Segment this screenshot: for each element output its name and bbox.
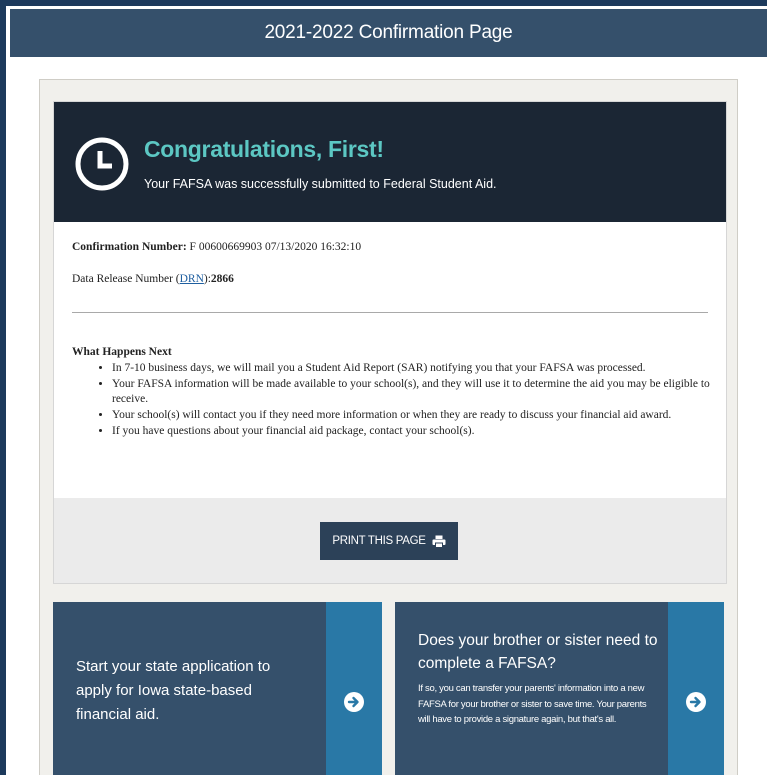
- print-bar: PRINT THIS PAGE: [54, 498, 726, 583]
- print-button-label: PRINT THIS PAGE: [332, 535, 426, 547]
- state-application-tile[interactable]: Start your state application to apply fo…: [53, 602, 382, 775]
- arrow-right-circle-icon: [686, 692, 706, 712]
- success-banner: Congratulations, First! Your FAFSA was s…: [54, 102, 726, 222]
- clock-icon: [75, 137, 129, 191]
- sibling-fafsa-arrow[interactable]: [668, 602, 724, 775]
- confirmation-card: Congratulations, First! Your FAFSA was s…: [53, 101, 727, 584]
- list-item: If you have questions about your financi…: [112, 424, 712, 440]
- state-application-arrow[interactable]: [326, 602, 382, 775]
- list-item: In 7-10 business days, we will mail you …: [112, 361, 712, 377]
- drn-label-suffix: ):: [203, 273, 211, 285]
- list-item: Your school(s) will contact you if they …: [112, 408, 712, 424]
- drn-value: 2866: [210, 273, 234, 285]
- what-happens-next-list: In 7-10 business days, we will mail you …: [72, 361, 712, 440]
- page-frame: 2021-2022 Confirmation Page Congratulati…: [6, 6, 767, 775]
- drn-line: Data Release Number (DRN):2866: [72, 273, 234, 285]
- list-item: Your FAFSA information will be made avai…: [112, 377, 712, 409]
- arrow-right-circle-icon: [344, 692, 364, 712]
- page-title: 2021-2022 Confirmation Page: [264, 22, 513, 43]
- page-title-bar: 2021-2022 Confirmation Page: [10, 9, 767, 57]
- confirmation-number-value: F 00600669903 07/13/2020 16:32:10: [189, 241, 362, 253]
- confirmation-number-line: Confirmation Number: F 00600669903 07/13…: [72, 241, 708, 253]
- printer-icon: [432, 535, 446, 548]
- what-happens-next-heading: What Happens Next: [72, 346, 172, 358]
- sibling-fafsa-tile[interactable]: Does your brother or sister need to comp…: [395, 602, 724, 775]
- what-happens-next: What Happens Next In 7-10 business days,…: [72, 345, 712, 440]
- sibling-fafsa-heading: Does your brother or sister need to comp…: [418, 632, 658, 672]
- sibling-fafsa-body: If so, you can transfer your parents' in…: [418, 683, 647, 725]
- print-button[interactable]: PRINT THIS PAGE: [320, 522, 458, 560]
- state-application-text: Start your state application to apply fo…: [76, 658, 271, 723]
- confirmation-number-label: Confirmation Number:: [72, 241, 187, 253]
- drn-link[interactable]: DRN: [180, 273, 204, 285]
- submission-message: Your FAFSA was successfully submitted to…: [144, 177, 497, 191]
- content-panel: Congratulations, First! Your FAFSA was s…: [39, 79, 738, 775]
- confirmation-details: Confirmation Number: F 00600669903 07/13…: [72, 241, 708, 285]
- drn-label-prefix: Data Release Number (: [72, 273, 180, 285]
- divider: [72, 312, 708, 313]
- congratulations-heading: Congratulations, First!: [144, 136, 384, 162]
